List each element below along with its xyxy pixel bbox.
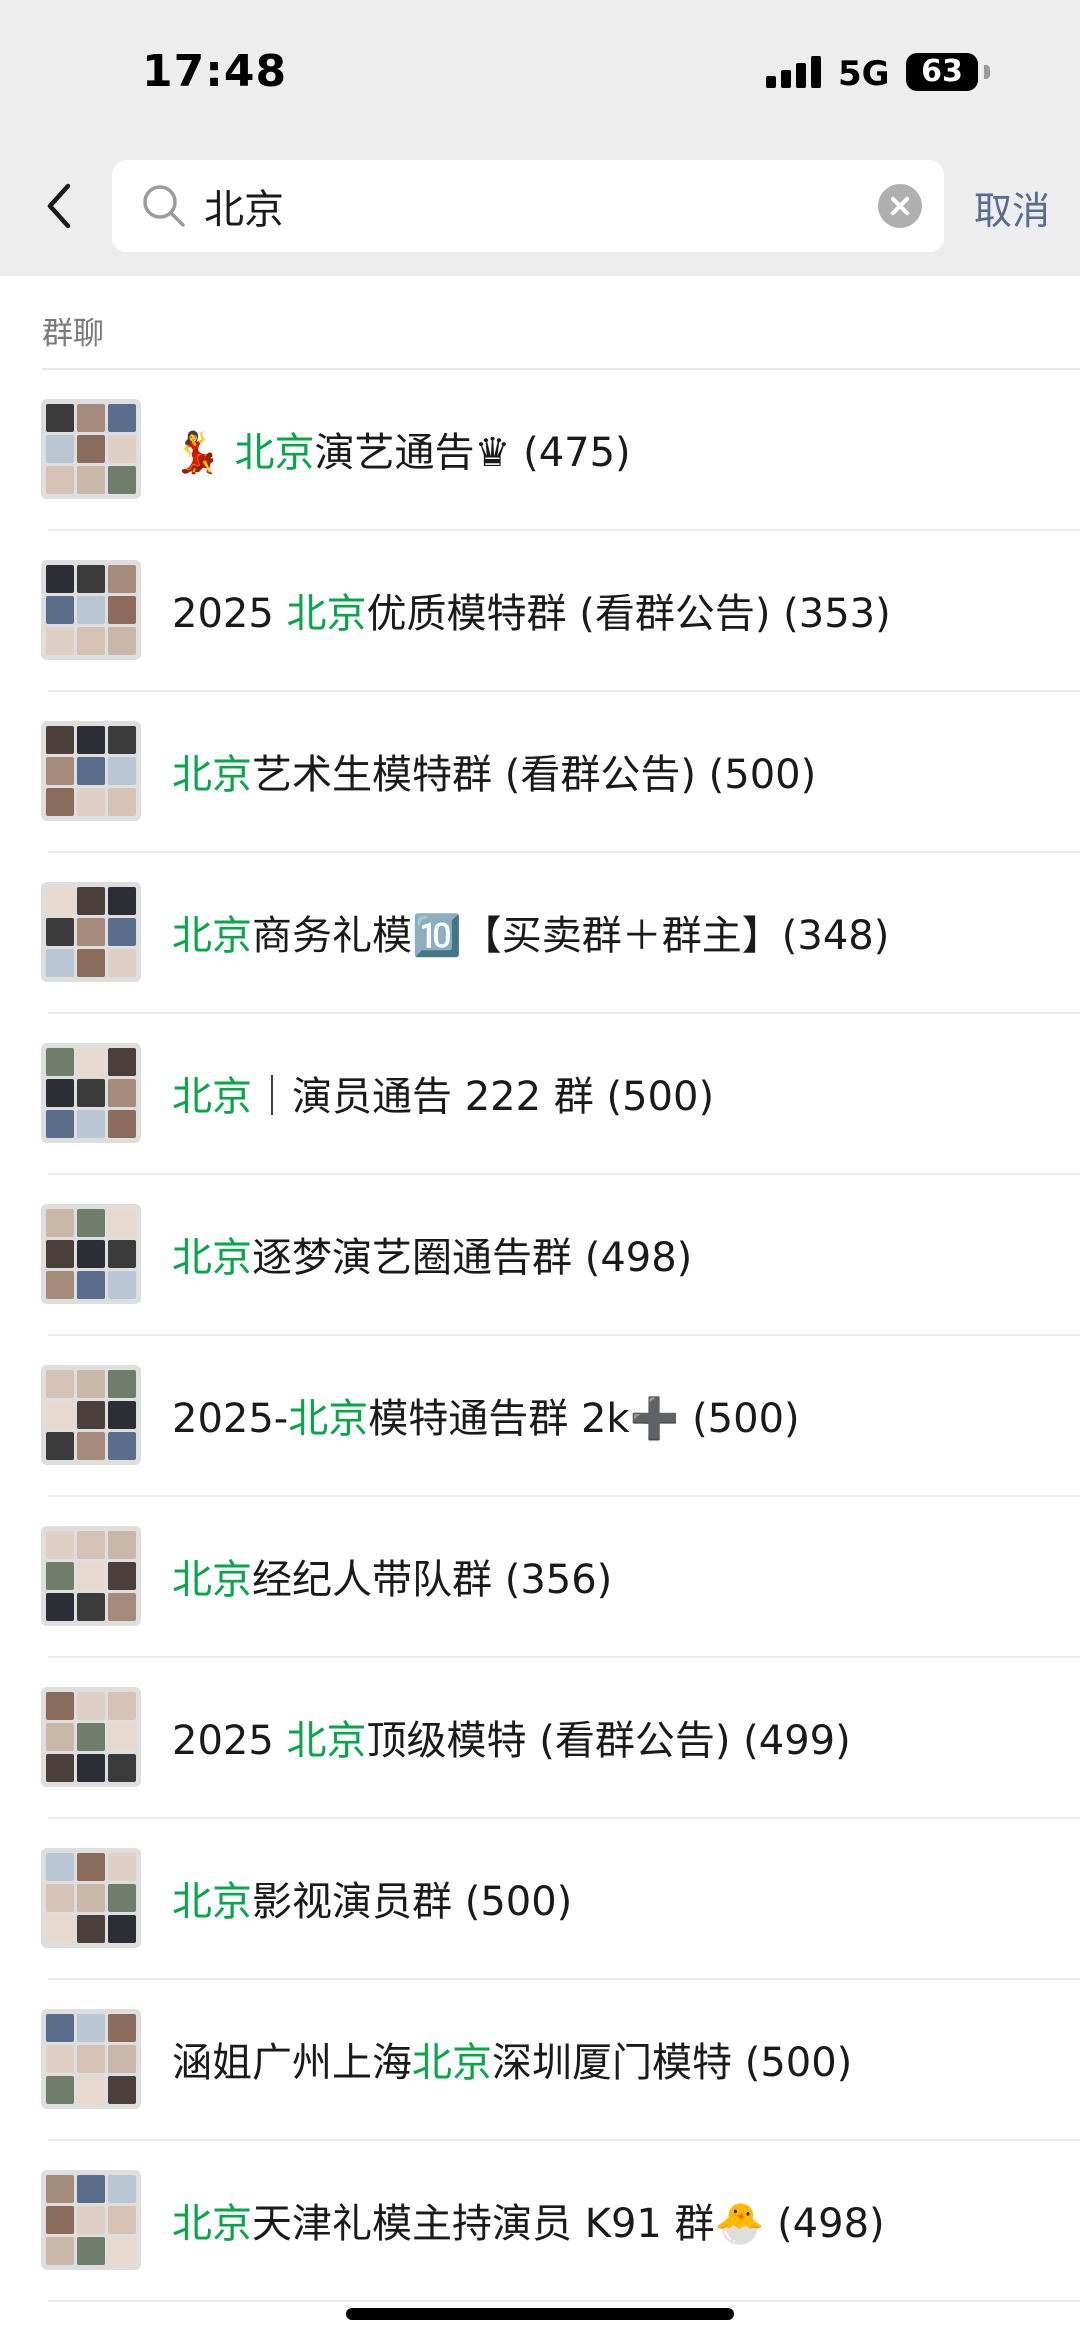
list-item[interactable]: 💃 北京演艺通告♛ (475)	[0, 370, 1080, 531]
search-match-highlight: 北京	[172, 2201, 252, 2247]
group-title: 2025-北京模特通告群 2k➕ (500)	[172, 1386, 800, 1444]
battery-tip	[984, 65, 990, 79]
group-avatar	[41, 1687, 141, 1787]
status-time: 17:48	[142, 46, 288, 97]
list-item[interactable]: 涵姐广州上海北京深圳厦门模特 (500)	[0, 1980, 1080, 2141]
battery-icon: 63	[906, 53, 990, 91]
group-avatar	[41, 721, 141, 821]
group-title: 北京逐梦演艺圈通告群 (498)	[172, 1225, 692, 1283]
title-suffix: 顶级模特 (看群公告) (499)	[366, 1718, 851, 1764]
title-suffix: 演艺通告♛ (475)	[314, 430, 631, 476]
clear-icon[interactable]	[878, 184, 922, 228]
title-prefix: 2025-	[172, 1396, 289, 1442]
chevron-left-icon	[47, 183, 71, 229]
group-title: 北京艺术生模特群 (看群公告) (500)	[172, 742, 816, 800]
title-suffix: 深圳厦门模特 (500)	[492, 2040, 853, 2086]
search-match-highlight: 北京	[412, 2040, 492, 2086]
search-match-highlight: 北京	[172, 1074, 252, 1120]
group-title: 北京商务礼模🔟【买卖群＋群主】(348)	[172, 903, 889, 961]
title-suffix: 逐梦演艺圈通告群 (498)	[252, 1235, 693, 1281]
title-suffix: 艺术生模特群 (看群公告) (500)	[252, 752, 817, 798]
search-match-highlight: 北京	[172, 752, 252, 798]
list-item[interactable]: 北京｜演员通告 222 群 (500)	[0, 1014, 1080, 1175]
list-item[interactable]: 北京天津礼模主持演员 K91 群🐣 (498)	[0, 2141, 1080, 2302]
battery-level: 63	[921, 54, 963, 89]
group-avatar	[41, 2170, 141, 2270]
search-header: 取消	[0, 140, 1080, 276]
list-item[interactable]: 北京逐梦演艺圈通告群 (498)	[0, 1175, 1080, 1336]
title-prefix: 2025	[172, 591, 287, 637]
search-box[interactable]	[112, 160, 944, 252]
group-title: 北京经纪人带队群 (356)	[172, 1547, 612, 1605]
search-match-highlight: 北京	[172, 1235, 252, 1281]
group-avatar	[41, 1043, 141, 1143]
list-item[interactable]: 2025 北京顶级模特 (看群公告) (499)	[0, 1658, 1080, 1819]
row-divider	[48, 2300, 1080, 2302]
title-prefix: 2025	[172, 1718, 287, 1764]
title-suffix: 模特通告群 2k➕ (500)	[368, 1396, 800, 1442]
list-item[interactable]: 北京经纪人带队群 (356)	[0, 1497, 1080, 1658]
group-avatar	[41, 1204, 141, 1304]
group-avatar	[41, 560, 141, 660]
list-item[interactable]: 2025 北京优质模特群 (看群公告) (353)	[0, 531, 1080, 692]
back-button[interactable]	[38, 174, 82, 238]
title-prefix: 涵姐广州上海	[172, 2040, 412, 2086]
group-avatar	[41, 1526, 141, 1626]
title-suffix: 天津礼模主持演员 K91 群🐣 (498)	[252, 2201, 885, 2247]
search-match-highlight: 北京	[286, 591, 367, 637]
title-suffix: 经纪人带队群 (356)	[252, 1557, 613, 1603]
group-avatar	[41, 1365, 141, 1465]
title-suffix: ｜演员通告 222 群 (500)	[252, 1074, 715, 1120]
list-item[interactable]: 2025-北京模特通告群 2k➕ (500)	[0, 1336, 1080, 1497]
group-chat-results: 💃 北京演艺通告♛ (475) 2025 北京优质模特群 (看群公告) (353)…	[0, 370, 1080, 2302]
group-title: 💃 北京演艺通告♛ (475)	[172, 420, 631, 478]
search-match-highlight: 北京	[172, 1879, 252, 1925]
search-match-highlight: 北京	[288, 1396, 369, 1442]
group-avatar	[41, 1848, 141, 1948]
list-item[interactable]: 北京商务礼模🔟【买卖群＋群主】(348)	[0, 853, 1080, 1014]
group-avatar	[41, 882, 141, 982]
group-title: 北京天津礼模主持演员 K91 群🐣 (498)	[172, 2191, 885, 2249]
home-indicator[interactable]	[346, 2308, 734, 2320]
title-prefix: 💃	[172, 430, 235, 476]
group-avatar	[41, 2009, 141, 2109]
cancel-button[interactable]: 取消	[974, 180, 1050, 235]
title-suffix: 优质模特群 (看群公告) (353)	[366, 591, 891, 637]
search-icon	[143, 185, 185, 227]
group-title: 北京影视演员群 (500)	[172, 1869, 572, 1927]
group-title: 北京｜演员通告 222 群 (500)	[172, 1064, 714, 1122]
network-type: 5G	[838, 54, 890, 94]
group-avatar	[41, 399, 141, 499]
list-item[interactable]: 北京影视演员群 (500)	[0, 1819, 1080, 1980]
list-item[interactable]: 北京艺术生模特群 (看群公告) (500)	[0, 692, 1080, 853]
group-title: 2025 北京优质模特群 (看群公告) (353)	[172, 581, 891, 639]
group-title: 涵姐广州上海北京深圳厦门模特 (500)	[172, 2030, 852, 2088]
status-bar: 17:48 5G 63	[0, 0, 1080, 140]
search-input[interactable]	[204, 160, 864, 252]
search-match-highlight: 北京	[234, 430, 315, 476]
title-suffix: 商务礼模🔟【买卖群＋群主】(348)	[252, 913, 890, 959]
cellular-signal-icon	[766, 56, 822, 88]
search-match-highlight: 北京	[172, 913, 252, 959]
title-suffix: 影视演员群 (500)	[252, 1879, 573, 1925]
search-match-highlight: 北京	[286, 1718, 367, 1764]
group-title: 2025 北京顶级模特 (看群公告) (499)	[172, 1708, 851, 1766]
section-title: 群聊	[42, 316, 104, 352]
search-match-highlight: 北京	[172, 1557, 252, 1603]
